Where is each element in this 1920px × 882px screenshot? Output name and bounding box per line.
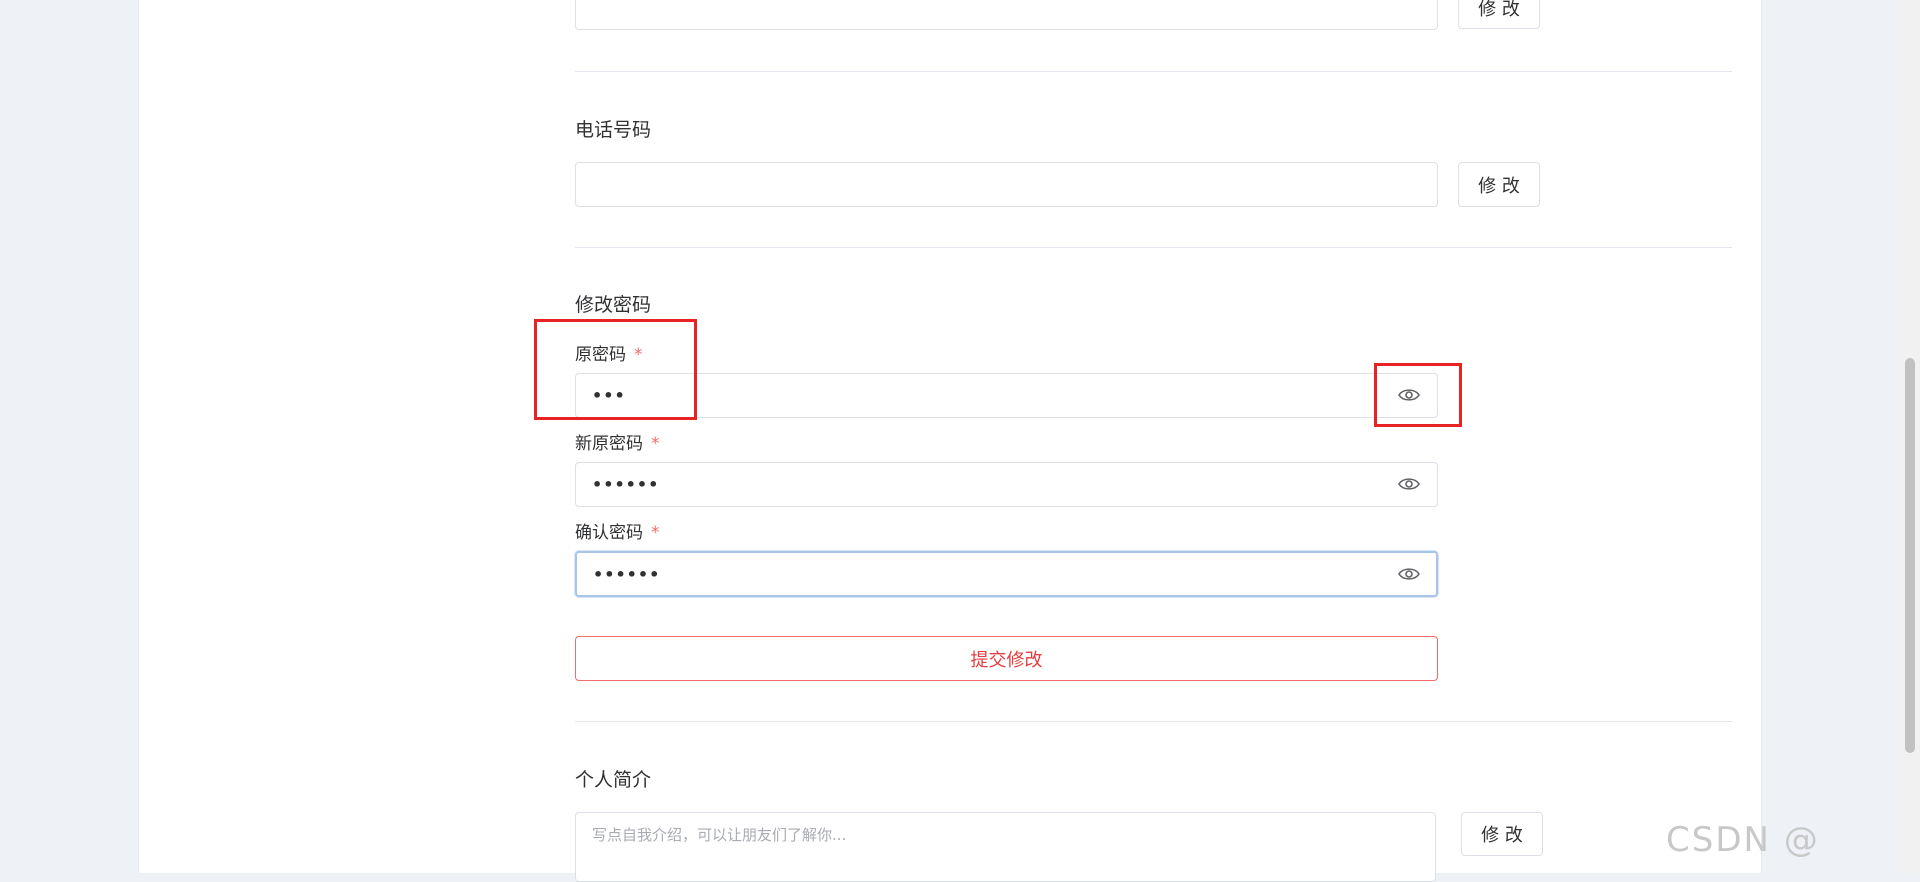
confirm-password-label-text: 确认密码 [575, 523, 643, 543]
new-password-input[interactable]: •••••• [575, 462, 1438, 507]
divider [575, 721, 1732, 722]
eye-icon[interactable] [1397, 562, 1421, 586]
confirm-password-label: 确认密码 * [575, 518, 660, 543]
divider [575, 71, 1732, 72]
settings-card [544, 0, 1762, 873]
new-password-value: •••••• [592, 475, 660, 494]
top-field-edit-button[interactable]: 修 改 [1458, 0, 1540, 29]
old-password-input[interactable]: ••• [575, 373, 1438, 418]
annotation-box [1374, 363, 1462, 427]
bio-edit-button[interactable]: 修 改 [1461, 812, 1543, 856]
bio-section-title: 个人简介 [575, 769, 652, 791]
new-password-label-text: 新原密码 [575, 434, 643, 454]
annotation-box [534, 319, 697, 420]
left-panel [138, 0, 546, 873]
submit-password-label: 提交修改 [970, 649, 1043, 671]
phone-input[interactable] [575, 162, 1438, 207]
required-mark: * [651, 434, 660, 454]
bio-textarea[interactable]: 写点自我介绍，可以让朋友们了解你... [575, 812, 1436, 882]
confirm-password-input[interactable]: •••••• [575, 551, 1438, 597]
scrollbar[interactable] [1898, 0, 1920, 873]
new-password-label: 新原密码 * [575, 429, 660, 454]
watermark: CSDN @ [1666, 820, 1820, 860]
confirm-password-value: •••••• [593, 564, 661, 584]
required-mark: * [651, 523, 660, 543]
divider [575, 247, 1732, 248]
bio-edit-label: 修 改 [1481, 825, 1523, 846]
phone-section-title: 电话号码 [575, 119, 652, 141]
bio-placeholder: 写点自我介绍，可以让朋友们了解你... [592, 826, 847, 844]
password-section-title: 修改密码 [575, 294, 652, 316]
top-field-input[interactable] [575, 0, 1438, 30]
eye-icon[interactable] [1397, 472, 1421, 496]
top-field-edit-label: 修 改 [1478, 0, 1520, 20]
phone-edit-button[interactable]: 修 改 [1458, 162, 1540, 207]
scrollbar-thumb[interactable] [1905, 358, 1915, 753]
submit-password-button[interactable]: 提交修改 [575, 636, 1438, 681]
phone-edit-label: 修 改 [1478, 175, 1520, 197]
